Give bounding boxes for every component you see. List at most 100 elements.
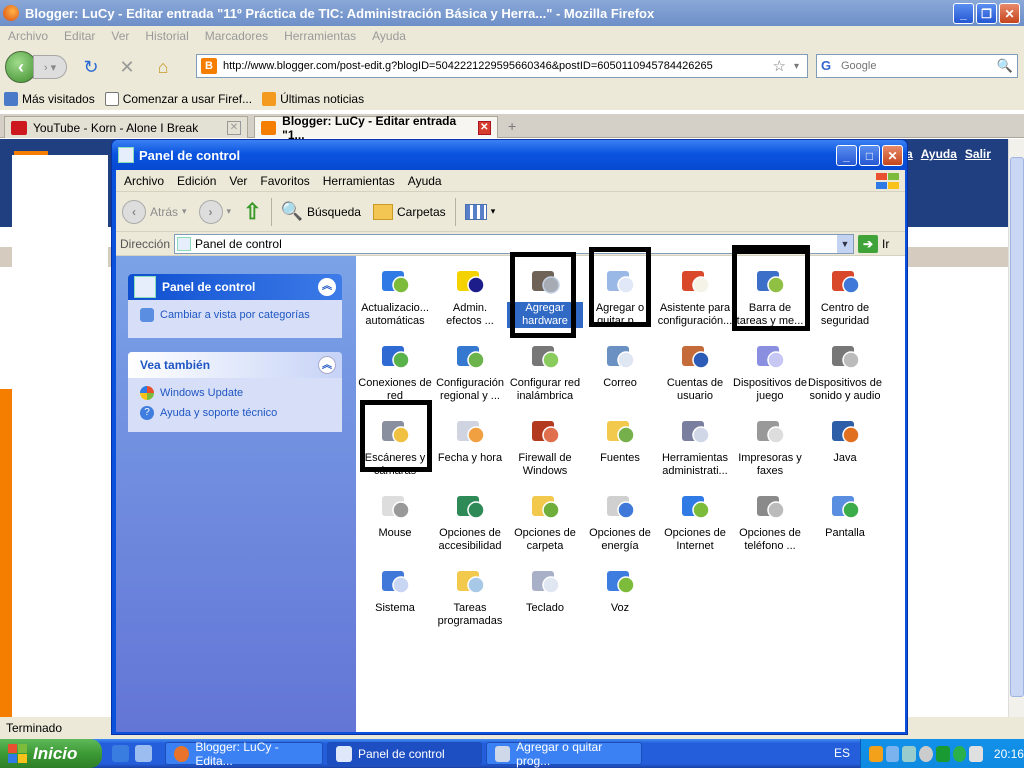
tab-blogger[interactable]: Blogger: LuCy - Editar entrada "1... ✕ — [254, 114, 498, 142]
cp-item-system[interactable]: Sistema — [357, 560, 433, 635]
blog-link-salir[interactable]: Salir — [965, 147, 991, 161]
stop-icon[interactable]: ✕ — [115, 55, 139, 79]
tray-icon-5[interactable] — [935, 745, 950, 762]
cp-item-game-controllers[interactable]: Dispositivos de juego — [732, 335, 808, 410]
cp-item-taskbar-start-menu[interactable]: Barra de tareas y me... — [732, 260, 808, 335]
cp-item-scheduled-tasks[interactable]: Tareas programadas — [432, 560, 508, 635]
menu-marcadores[interactable]: Marcadores — [205, 29, 268, 43]
collapse-icon[interactable]: ︽ — [318, 356, 336, 374]
cp-menu-favoritos[interactable]: Favoritos — [260, 174, 309, 188]
address-input[interactable]: Panel de control ▼ — [174, 233, 855, 254]
url-dropdown-icon[interactable]: ▾ — [794, 61, 799, 72]
cp-item-folder-options[interactable]: Opciones de carpeta — [507, 485, 583, 560]
restore-button[interactable]: ❐ — [976, 3, 997, 24]
cp-item-windows-firewall[interactable]: Firewall de Windows — [507, 410, 583, 485]
cp-item-admin-tools[interactable]: Herramientas administrati... — [657, 410, 733, 485]
menu-editar[interactable]: Editar — [64, 29, 95, 43]
switch-category-view-link[interactable]: Cambiar a vista por categorías — [128, 300, 342, 325]
menu-herramientas[interactable]: Herramientas — [284, 29, 356, 43]
search-bar[interactable]: G 🔍 — [816, 54, 1018, 78]
address-dropdown-icon[interactable]: ▼ — [837, 234, 854, 253]
close-button[interactable]: ✕ — [999, 3, 1020, 24]
cp-menu-ayuda[interactable]: Ayuda — [408, 174, 442, 188]
cp-item-network-connections[interactable]: Conexiones de red — [357, 335, 433, 410]
forward-button[interactable]: › ▾ — [193, 196, 238, 228]
task-control-panel[interactable]: Panel de control — [327, 742, 482, 765]
bookmark-ultimas-noticias[interactable]: Últimas noticias — [262, 92, 364, 106]
reload-icon[interactable]: ↻ — [79, 55, 103, 79]
cp-item-accessibility[interactable]: Opciones de accesibilidad — [432, 485, 508, 560]
tray-icon-4[interactable] — [919, 745, 933, 762]
folders-button[interactable]: Carpetas — [367, 196, 452, 228]
task-firefox[interactable]: Blogger: LuCy - Edita... — [165, 740, 323, 768]
bookmark-comenzar[interactable]: Comenzar a usar Firef... — [104, 92, 252, 106]
cp-item-user-accounts[interactable]: Cuentas de usuario — [657, 335, 733, 410]
close-button[interactable]: ✕ — [882, 145, 903, 166]
cp-item-network-wizard[interactable]: Asistente para configuración... — [657, 260, 733, 335]
menu-archivo[interactable]: Archivo — [8, 29, 48, 43]
url-text[interactable]: http://www.blogger.com/post-edit.g?blogI… — [223, 60, 773, 72]
url-bar[interactable]: B http://www.blogger.com/post-edit.g?blo… — [196, 54, 808, 78]
desktop-icon[interactable] — [135, 745, 152, 762]
menu-ayuda[interactable]: Ayuda — [372, 29, 406, 43]
menu-historial[interactable]: Historial — [145, 29, 188, 43]
cp-item-wireless-network[interactable]: Configurar red inalámbrica — [507, 335, 583, 410]
cp-menu-herramientas[interactable]: Herramientas — [323, 174, 395, 188]
cp-item-mouse[interactable]: Mouse — [357, 485, 433, 560]
search-icon[interactable]: 🔍 — [997, 58, 1013, 74]
cp-item-add-remove-programs[interactable]: Agregar o quitar p... — [582, 260, 658, 335]
cp-item-power-options[interactable]: Opciones de energía — [582, 485, 658, 560]
menu-ver[interactable]: Ver — [111, 29, 129, 43]
help-support-link[interactable]: ? Ayuda y soporte técnico — [128, 403, 342, 423]
views-button[interactable]: ▾ — [459, 196, 502, 228]
new-tab-icon[interactable]: + — [508, 118, 516, 134]
cp-item-printers-faxes[interactable]: Impresoras y faxes — [732, 410, 808, 485]
back-button[interactable]: ‹ Atrás ▾ — [116, 196, 193, 228]
tray-icon-3[interactable] — [902, 745, 917, 762]
search-button[interactable]: 🔍 Búsqueda — [275, 196, 367, 228]
cp-item-regional-settings[interactable]: Configuración regional y ... — [432, 335, 508, 410]
page-scrollbar[interactable] — [1008, 139, 1024, 717]
tab-youtube[interactable]: YouTube - Korn - Alone I Break ✕ — [4, 116, 248, 138]
cp-item-sound-audio[interactable]: Dispositivos de sonido y audio — [807, 335, 883, 410]
cp-item-keyboard[interactable]: Teclado — [507, 560, 583, 635]
go-button[interactable]: ➔ Ir — [858, 234, 889, 253]
tray-icon-7[interactable] — [969, 745, 983, 762]
cp-item-display[interactable]: Pantalla — [807, 485, 883, 560]
cp-item-fonts[interactable]: Fuentes — [582, 410, 658, 485]
cp-menu-ver[interactable]: Ver — [229, 174, 247, 188]
minimize-button[interactable]: _ — [953, 3, 974, 24]
start-button[interactable]: Inicio — [0, 739, 102, 768]
tray-icon-6[interactable] — [952, 745, 967, 762]
windows-update-link[interactable]: Windows Update — [128, 378, 342, 403]
cp-item-add-hardware[interactable]: Agregar hardware — [507, 260, 583, 335]
bookmark-star-icon[interactable]: ☆ — [773, 57, 786, 75]
ie-icon[interactable] — [112, 745, 129, 762]
language-indicator[interactable]: ES — [834, 746, 850, 760]
cp-item-security-center[interactable]: Centro de seguridad — [807, 260, 883, 335]
cp-item-java[interactable]: Java — [807, 410, 883, 485]
cp-menu-edicion[interactable]: Edición — [177, 174, 216, 188]
maximize-button[interactable]: □ — [859, 145, 880, 166]
close-tab-icon[interactable]: ✕ — [227, 120, 241, 135]
cp-item-mail[interactable]: Correo — [582, 335, 658, 410]
search-input[interactable] — [841, 60, 997, 72]
cp-item-effects[interactable]: Admin. efectos ... — [432, 260, 508, 335]
home-icon[interactable]: ⌂ — [151, 55, 175, 79]
bookmark-mas-visitados[interactable]: Más visitados — [4, 92, 95, 106]
task-add-remove-programs[interactable]: Agregar o quitar prog... — [486, 740, 642, 768]
minimize-button[interactable]: _ — [836, 145, 857, 166]
forward-button[interactable]: › ▾ — [33, 55, 67, 79]
google-icon[interactable]: G — [821, 58, 837, 74]
cp-menu-archivo[interactable]: Archivo — [124, 174, 164, 188]
up-folder-button[interactable]: ⇧ — [237, 196, 267, 228]
cp-item-scanners-cameras[interactable]: Escáneres y cámaras — [357, 410, 433, 485]
cp-item-internet-options[interactable]: Opciones de Internet — [657, 485, 733, 560]
cp-item-date-time[interactable]: Fecha y hora — [432, 410, 508, 485]
blog-link-ayuda[interactable]: Ayuda — [921, 147, 957, 161]
cp-item-updates[interactable]: Actualizacio... automáticas — [357, 260, 433, 335]
close-tab-icon[interactable]: ✕ — [477, 120, 491, 135]
tray-icon-2[interactable] — [885, 745, 900, 762]
cp-item-phone-modem[interactable]: Opciones de teléfono ... — [732, 485, 808, 560]
tray-icon-1[interactable] — [869, 745, 883, 762]
